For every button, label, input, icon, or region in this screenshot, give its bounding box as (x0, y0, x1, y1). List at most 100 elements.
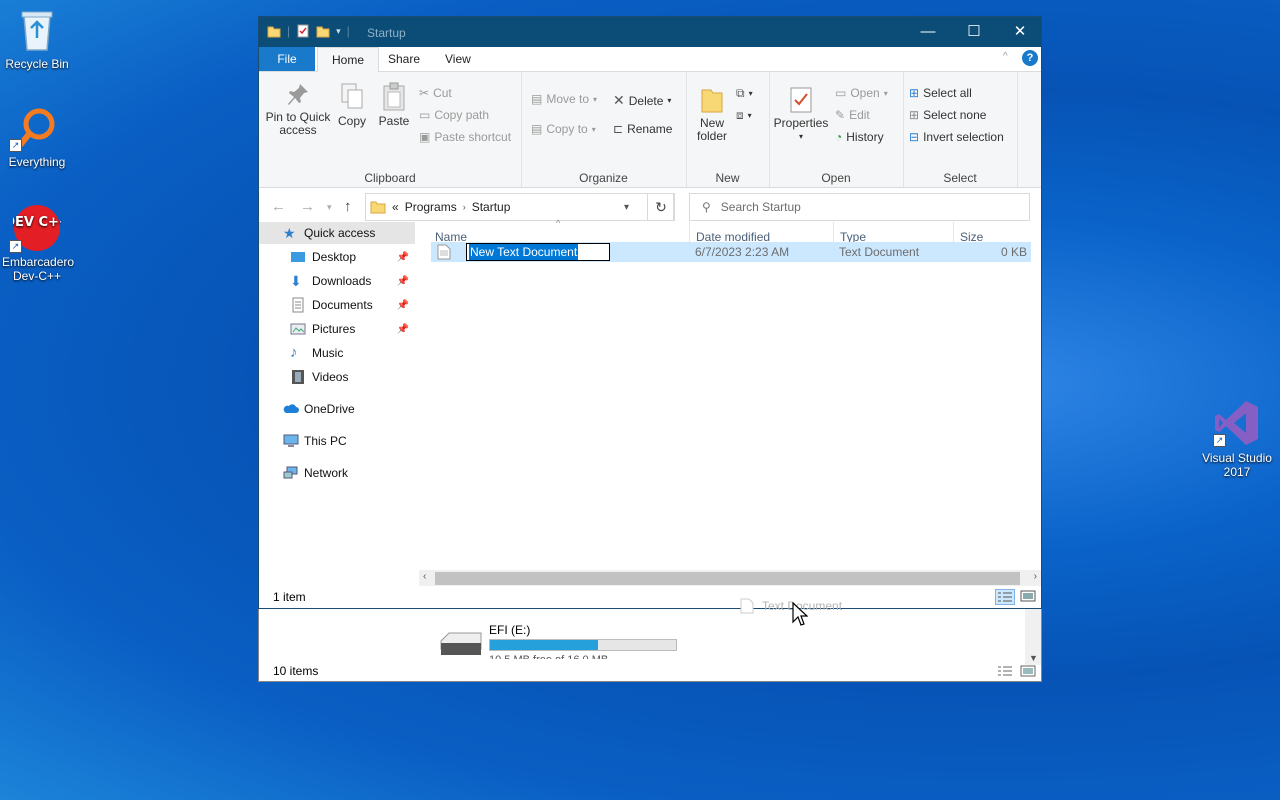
mouse-cursor-icon (792, 602, 808, 626)
tab-share[interactable]: Share (374, 47, 434, 71)
close-button[interactable]: ✕ (997, 17, 1043, 47)
chevron-down-icon: ▾ (747, 111, 752, 120)
scroll-down-icon[interactable]: ▼ (1029, 653, 1038, 663)
nav-quick-access-label: Quick access (304, 226, 376, 240)
address-dropdown-chevron-icon[interactable]: ▾ (624, 202, 629, 213)
breadcrumb-overflow[interactable]: « (392, 200, 399, 214)
explorer-window[interactable]: | ▾ | Startup — ☐ ✕ File Home Share View… (258, 16, 1042, 609)
chevron-down-icon: ▾ (798, 132, 803, 141)
nav-videos[interactable]: Videos (259, 366, 415, 388)
paste-button[interactable]: Paste (375, 82, 413, 128)
desktop-icon-recycle-bin[interactable]: Recycle Bin (0, 8, 77, 71)
tab-view[interactable]: View (431, 47, 485, 71)
drive-name: EFI (E:) (489, 623, 531, 637)
copy-path-label: Copy path (434, 108, 490, 122)
scroll-right-icon[interactable]: › (1034, 571, 1037, 582)
tab-home[interactable]: Home (317, 47, 380, 73)
recycle-bin-icon (21, 11, 53, 51)
large-icons-view-icon[interactable] (1020, 589, 1036, 603)
large-icons-view-icon[interactable] (1020, 665, 1036, 677)
details-view-icon[interactable] (997, 665, 1013, 677)
copy-to-button[interactable]: ▤ Copy to ▾ (531, 122, 596, 136)
details-view-icon[interactable] (995, 589, 1015, 605)
open-label: Open (850, 86, 880, 100)
desktop-icon-everything[interactable]: ↗ Everything (0, 106, 77, 169)
desktop-icon-visual-studio[interactable]: ↗ Visual Studio 2017 (1197, 398, 1277, 479)
new-folder-button[interactable]: New folder (692, 86, 732, 143)
paste-shortcut-button[interactable]: ▣ Paste shortcut (419, 130, 511, 144)
nav-network[interactable]: Network (259, 462, 415, 484)
title-bar[interactable]: | ▾ | Startup — ☐ ✕ (259, 17, 1041, 47)
move-to-button[interactable]: ▤ Move to ▾ (531, 92, 597, 106)
open-group-title: Open (821, 171, 851, 185)
cut-button[interactable]: ✂ Cut (419, 86, 452, 100)
address-bar[interactable]: « Programs › Startup ▾ (365, 193, 674, 221)
nav-network-label: Network (304, 466, 349, 480)
rename-button[interactable]: ⊏ Rename (613, 122, 672, 136)
history-button[interactable]: ◔ History (835, 130, 884, 144)
breadcrumb-startup[interactable]: Startup (472, 200, 511, 214)
refresh-button[interactable]: ↻ (647, 193, 675, 221)
nav-music[interactable]: ♪ Music (259, 342, 415, 364)
select-all-label: Select all (923, 86, 972, 100)
copy-button[interactable]: Copy (335, 82, 369, 128)
invert-selection-button[interactable]: ⊟ Invert selection (909, 130, 1004, 144)
desktop-icon-devcpp[interactable]: DEV C++ ↗ Embarcadero Dev-C++ (0, 204, 77, 283)
music-note-icon: ♪ (290, 344, 298, 361)
easy-access-button[interactable]: ⧈ ▾ (736, 108, 752, 123)
scrollbar-thumb[interactable] (435, 572, 1020, 585)
nav-onedrive[interactable]: OneDrive (259, 398, 415, 420)
breadcrumb-chevron-icon[interactable]: › (463, 202, 466, 212)
horizontal-scrollbar[interactable]: ‹ › (419, 570, 1041, 587)
up-arrow-icon[interactable]: ↑ (344, 198, 352, 215)
properties-qat-icon[interactable] (296, 24, 310, 38)
edit-label: Edit (849, 108, 870, 122)
history-label: History (846, 130, 884, 144)
rename-input-text: New Text Document (469, 244, 579, 260)
shortcut-arrow-icon: ↗ (9, 240, 22, 253)
drive-caption: 10.5 MB free of 16.0 MB (489, 654, 608, 659)
recent-locations-chevron-icon[interactable]: ▾ (327, 202, 332, 213)
nav-downloads[interactable]: ⬇ Downloads 📌 (259, 270, 415, 292)
open-icon: ▭ (835, 86, 847, 100)
delete-button[interactable]: ✕ Delete ▾ (613, 92, 671, 109)
select-group-title: Select (943, 171, 977, 185)
properties-button[interactable]: Properties ▾ (773, 86, 829, 143)
select-all-button[interactable]: ⊞ Select all (909, 86, 972, 100)
open-button[interactable]: ▭ Open ▾ (835, 86, 888, 100)
pin-icon: 📌 (396, 323, 409, 335)
back-vertical-scrollbar[interactable]: ▼ (1025, 609, 1041, 665)
collapse-ribbon-icon[interactable]: ^ (1003, 51, 1008, 62)
nav-this-pc[interactable]: This PC (259, 430, 415, 452)
nav-pictures[interactable]: Pictures 📌 (259, 318, 415, 340)
help-icon[interactable]: ? (1022, 50, 1038, 66)
delete-label: Delete (628, 93, 664, 108)
minimize-button[interactable]: — (905, 17, 951, 47)
maximize-button[interactable]: ☐ (951, 17, 997, 47)
file-row[interactable]: New Text Document 6/7/2023 2:23 AM Text … (431, 242, 1031, 262)
new-folder-qat-icon[interactable] (316, 24, 330, 38)
edit-button[interactable]: ✎ Edit (835, 108, 870, 122)
organize-group: ▤ Move to ▾ ▤ Copy to ▾ ✕ Delete ▾ ⊏ Rename Org… (521, 72, 687, 187)
nav-documents[interactable]: Documents 📌 (259, 294, 415, 316)
forward-arrow-icon[interactable]: → (300, 198, 315, 215)
scroll-left-icon[interactable]: ‹ (423, 571, 426, 582)
file-size: 0 KB (1000, 245, 1027, 259)
properties-label: Properties (773, 116, 829, 130)
search-box[interactable]: ⚲ Search Startup (689, 193, 1030, 221)
nav-videos-label: Videos (312, 370, 349, 384)
nav-desktop[interactable]: Desktop 📌 (259, 246, 415, 268)
chevron-down-icon: ▾ (883, 88, 888, 98)
rename-input[interactable]: New Text Document (466, 243, 610, 261)
nav-music-label: Music (312, 346, 344, 360)
nav-quick-access[interactable]: ★ Quick access (259, 222, 415, 244)
chevron-down-icon[interactable]: ▾ (336, 26, 341, 37)
new-item-button[interactable]: ⧉ ▾ (736, 86, 753, 101)
breadcrumb-programs[interactable]: Programs (405, 200, 457, 214)
copy-path-button[interactable]: ▭ Copy path (419, 108, 489, 122)
tab-file[interactable]: File (259, 47, 315, 71)
pin-to-quick-access-button[interactable]: Pin to Quick access (265, 82, 331, 137)
select-none-button[interactable]: ⊞ Select none (909, 108, 986, 122)
back-arrow-icon[interactable]: ← (271, 198, 286, 215)
properties-icon (790, 87, 812, 113)
